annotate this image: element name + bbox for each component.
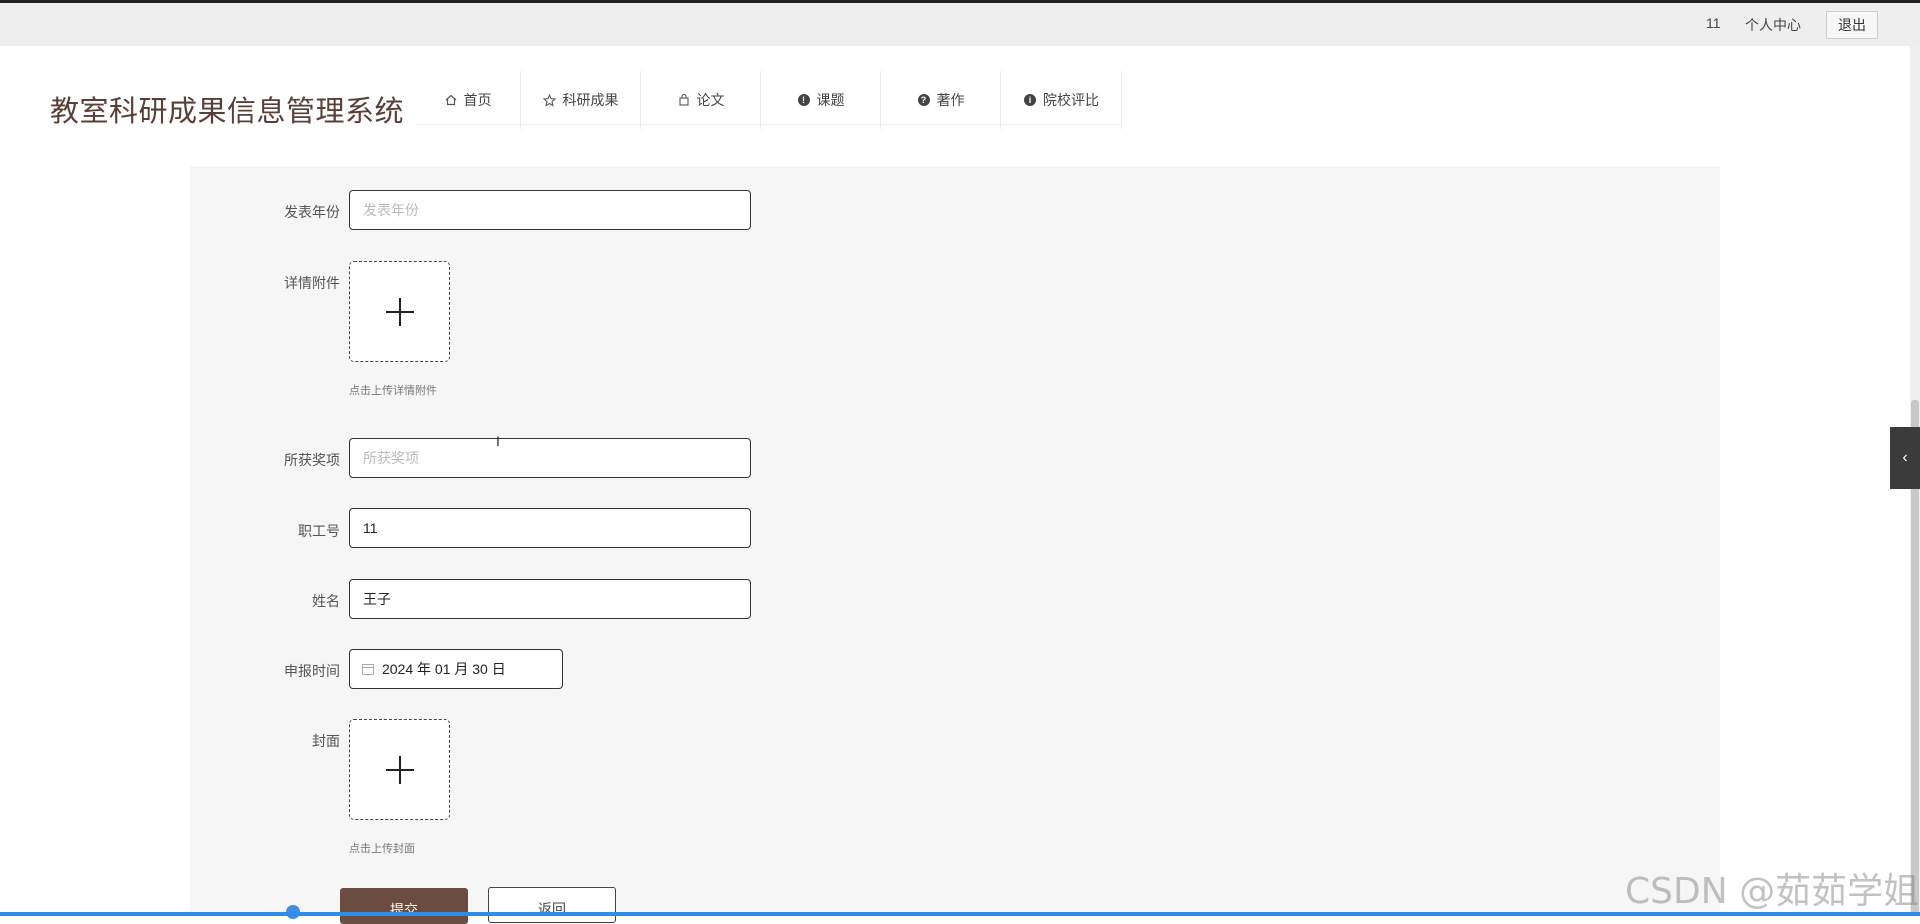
name-label: 姓名	[312, 593, 340, 609]
exclamation-icon: !	[797, 93, 811, 107]
nav-label: 论文	[696, 92, 725, 108]
cover-label: 封面	[312, 733, 340, 749]
staff-no-label: 职工号	[298, 523, 340, 539]
staff-no-input[interactable]: 11	[349, 508, 751, 548]
detail-attachment-label: 详情附件	[284, 275, 340, 291]
back-button[interactable]: 返回	[488, 887, 616, 923]
nav-item-papers[interactable]: 论文	[641, 71, 761, 129]
detail-attachment-hint: 点击上传详情附件	[349, 385, 437, 397]
taskbar-edge	[0, 912, 1920, 916]
nav-label: 首页	[463, 92, 492, 108]
cover-hint: 点击上传封面	[349, 843, 415, 855]
calendar-icon	[362, 663, 374, 675]
submit-button[interactable]: 提交	[340, 888, 468, 924]
chevron-left-icon: ‹	[1902, 449, 1908, 466]
text-cursor-icon: I	[496, 433, 500, 449]
name-input[interactable]: 王子	[349, 579, 751, 619]
user-id-label: 11	[1706, 15, 1721, 31]
personal-center-link[interactable]: 个人中心	[1745, 15, 1801, 35]
bag-icon	[677, 93, 691, 107]
nav-item-college-ranking[interactable]: i 院校评比	[1001, 71, 1122, 129]
question-icon: ?	[917, 93, 931, 107]
nav-item-research[interactable]: 科研成果	[521, 71, 641, 129]
nav-label: 院校评比	[1043, 92, 1099, 108]
cover-upload[interactable]	[349, 719, 450, 820]
main-nav: 首页 科研成果 论文 ! 课题 ? 著作 i 院校评比	[415, 71, 1122, 129]
nav-label: 课题	[816, 92, 845, 108]
nav-item-home[interactable]: 首页	[415, 71, 521, 129]
nav-item-topics[interactable]: ! 课题	[761, 71, 881, 129]
logout-button[interactable]: 退出	[1826, 11, 1878, 39]
home-icon	[444, 93, 458, 107]
nav-label: 科研成果	[562, 92, 619, 108]
nav-item-works[interactable]: ? 著作	[881, 71, 1001, 129]
detail-attachment-upload[interactable]	[349, 261, 450, 362]
publish-year-label: 发表年份	[284, 204, 340, 220]
award-input[interactable]: 所获奖项	[349, 438, 751, 478]
nav-label: 著作	[936, 92, 965, 108]
apply-time-value: 2024 年 01 月 30 日	[382, 661, 506, 677]
award-label: 所获奖项	[284, 452, 340, 468]
star-icon	[543, 93, 557, 107]
watermark: CSDN @茹茹学姐	[1625, 871, 1920, 912]
side-panel-toggle[interactable]: ‹	[1890, 427, 1920, 489]
top-bar: 11 个人中心 退出	[0, 0, 1920, 46]
info-icon: i	[1023, 93, 1037, 107]
apply-time-label: 申报时间	[284, 663, 340, 679]
site-title: 教室科研成果信息管理系统	[50, 94, 405, 128]
apply-time-picker[interactable]: 2024 年 01 月 30 日	[349, 649, 563, 689]
publish-year-input[interactable]: 发表年份	[349, 190, 751, 230]
plus-icon	[385, 297, 414, 326]
plus-icon	[385, 755, 414, 784]
